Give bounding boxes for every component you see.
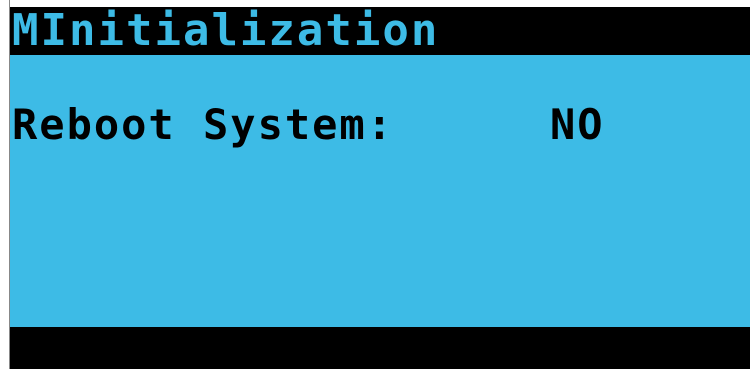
lcd-display: MInitialization Reboot System: NO: [10, 7, 750, 369]
device-screen: MInitialization Reboot System: NO: [0, 0, 750, 369]
menu-marker: M: [12, 7, 41, 56]
page-title-label: Initialization: [40, 7, 440, 56]
title-bar: MInitialization: [10, 7, 750, 55]
parameter-row[interactable]: Reboot System: NO: [10, 99, 750, 151]
page-title: MInitialization: [12, 7, 439, 55]
parameter-value[interactable]: NO: [550, 99, 605, 151]
footer-bar: [10, 327, 750, 369]
parameter-label: Reboot System:: [12, 100, 395, 149]
frame-edge: [0, 0, 10, 369]
